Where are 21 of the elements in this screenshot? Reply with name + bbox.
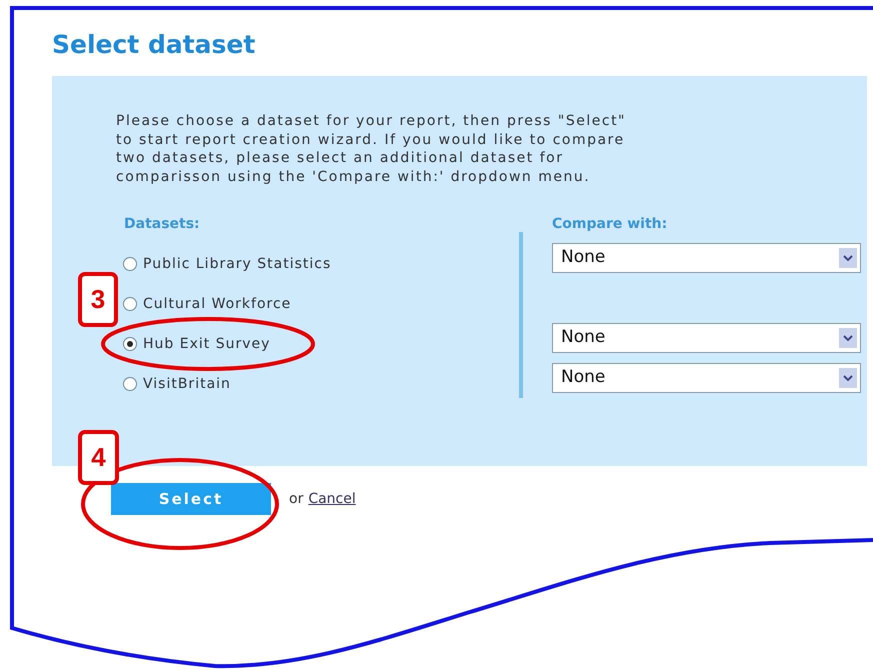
step-badge: 3 xyxy=(78,272,118,327)
dataset-label[interactable]: VisitBritain xyxy=(143,374,231,394)
dataset-label[interactable]: Public Library Statistics xyxy=(143,254,332,274)
dataset-label[interactable]: Cultural Workforce xyxy=(143,294,292,314)
datasets-label: Datasets: xyxy=(124,215,201,234)
compare-label: Compare with: xyxy=(552,215,668,234)
compare-dropdown[interactable]: None xyxy=(552,243,861,273)
step-badge: 4 xyxy=(78,430,119,485)
chevron-down-icon xyxy=(839,328,857,348)
page-title: Select dataset xyxy=(52,29,256,61)
radio-button[interactable] xyxy=(123,337,137,351)
compare-dropdown[interactable]: None xyxy=(552,323,861,353)
compare-dropdown[interactable]: None xyxy=(552,363,861,393)
chevron-down-icon xyxy=(839,248,857,268)
radio-button[interactable] xyxy=(123,257,137,271)
or-text: or xyxy=(289,490,304,508)
cancel-link[interactable]: Cancel xyxy=(308,488,356,510)
radio-button[interactable] xyxy=(123,377,137,391)
chevron-down-icon xyxy=(839,368,857,388)
intro-text: Please choose a dataset for your report, then press "Select" to start report creation wizard. If you would like to compare two datasets, please select an additional dataset for comparisson using the 'Compare with:' dropdown menu. xyxy=(116,112,627,186)
radio-button[interactable] xyxy=(123,297,137,311)
